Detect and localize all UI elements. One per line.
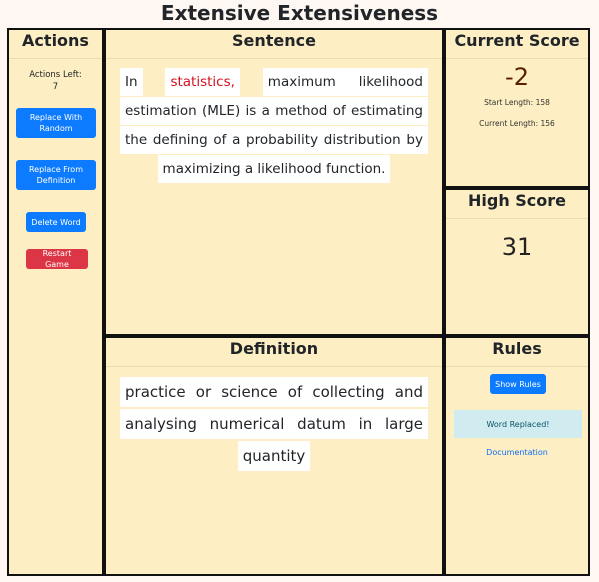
actions-left-value: 7 <box>52 82 59 92</box>
restart-game-button[interactable]: Restart Game <box>26 249 88 269</box>
current-length: Current Length: 156 <box>479 119 555 128</box>
high-score-panel: High Score 31 <box>444 188 590 336</box>
documentation-link[interactable]: Documentation <box>446 448 588 457</box>
definition-heading: Definition <box>106 338 442 367</box>
high-score-value: 31 <box>501 233 533 261</box>
replace-with-random-button[interactable]: Replace With Random <box>16 108 96 138</box>
definition-panel: Definition practice or science of collec… <box>104 336 444 576</box>
actions-heading: Actions <box>9 30 102 59</box>
definition-words[interactable]: practice or science of collecting and an… <box>120 377 428 471</box>
actions-panel: Actions Actions Left: 7 Replace With Ran… <box>7 28 104 576</box>
delete-word-button[interactable]: Delete Word <box>26 212 86 232</box>
page-title: Extensive Extensiveness <box>160 1 439 25</box>
current-score-panel: Current Score -2 Start Length: 158 Curre… <box>444 28 590 188</box>
actions-left-counter: Actions Left: 7 <box>9 69 102 93</box>
definition-text: practice or science of collecting and an… <box>120 376 428 472</box>
actions-left-label: Actions Left: <box>29 70 82 80</box>
sentence-text: In statistics, maximum likelihood estima… <box>120 68 428 184</box>
sentence-word[interactable]: In <box>120 68 143 96</box>
status-alert: Word Replaced! <box>454 410 582 438</box>
sentence-panel: Sentence In statistics, maximum likeliho… <box>104 28 444 336</box>
high-score-heading: High Score <box>446 190 588 219</box>
show-rules-button[interactable]: Show Rules <box>490 374 546 394</box>
sentence-heading: Sentence <box>106 30 442 59</box>
start-length: Start Length: 158 <box>484 98 550 107</box>
current-score-value: -2 <box>505 63 529 91</box>
rules-panel: Rules Show Rules Word Replaced! Document… <box>444 336 590 576</box>
rules-heading: Rules <box>446 338 588 367</box>
replace-from-definition-button[interactable]: Replace From Definition <box>16 160 96 190</box>
current-score-heading: Current Score <box>446 30 588 59</box>
sentence-word-highlighted[interactable]: statistics, <box>165 68 240 96</box>
